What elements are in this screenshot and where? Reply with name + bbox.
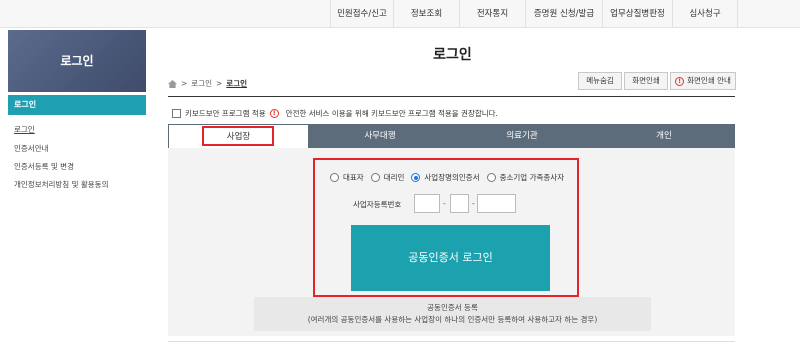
keyboard-security-notice: 키보드보안 프로그램 적용 ! 안전한 서비스 이용을 위해 키보드보안 프로그…: [172, 108, 498, 119]
home-icon[interactable]: [168, 79, 177, 88]
nav-item-notice[interactable]: 전자통지: [459, 0, 525, 28]
tab-agency[interactable]: 사무대행: [309, 124, 451, 148]
tab-highlight-box: [202, 126, 274, 146]
nav-item-certificate[interactable]: 증명원 신청/발급: [525, 0, 602, 28]
page-title: 로그인: [433, 47, 472, 63]
login-highlight-box: [313, 158, 579, 297]
tab-medical[interactable]: 의료기관: [451, 124, 593, 148]
keyboard-security-checkbox[interactable]: [172, 109, 181, 118]
alert-icon: !: [269, 109, 279, 118]
breadcrumb-separator: >: [216, 79, 223, 88]
alert-icon: !: [675, 76, 685, 86]
cert-register-title: 공동인증서 등록: [427, 303, 478, 312]
sidebar-item-cert-guide[interactable]: 인증서안내: [14, 143, 49, 154]
nav-item-disease[interactable]: 업무상질병판정: [602, 0, 672, 28]
nav-item-inquiry[interactable]: 정보조회: [393, 0, 459, 28]
sidebar-item-login[interactable]: 로그인: [14, 124, 35, 135]
top-navigation: 민원접수/신고 정보조회 전자통지 증명원 신청/발급 업무상질병판정 심사청구: [0, 0, 800, 28]
breadcrumb: > 로그인 > 로그인: [168, 78, 247, 89]
bottom-divider: [168, 341, 735, 342]
cert-register-box[interactable]: 공동인증서 등록 (여러개의 공동인증서를 사용하는 사업장이 하나의 인증서만…: [254, 297, 651, 331]
sidebar-banner: 로그인: [8, 30, 146, 92]
keyboard-security-warning: 안전한 서비스 이용을 위해 키보드보안 프로그램 적용을 권장합니다.: [285, 109, 498, 118]
tab-personal[interactable]: 개인: [593, 124, 735, 148]
print-guide-button[interactable]: ! 화면인쇄 안내: [670, 72, 736, 90]
nav-item-complaint[interactable]: 민원접수/신고: [330, 0, 393, 28]
title-divider: [168, 96, 735, 97]
print-guide-label: 화면인쇄 안내: [687, 76, 731, 85]
menu-hide-button[interactable]: 메뉴숨김: [578, 72, 622, 90]
print-button[interactable]: 화면인쇄: [624, 72, 668, 90]
nav-item-review[interactable]: 심사청구: [672, 0, 738, 28]
keyboard-security-label: 키보드보안 프로그램 적용: [185, 109, 266, 118]
breadcrumb-item[interactable]: 로그인: [191, 78, 212, 89]
sidebar-item-cert-register[interactable]: 인증서등록 및 변경: [14, 161, 74, 172]
cert-register-desc: (여러개의 공동인증서를 사용하는 사업장이 하나의 인증서만 등록하여 사용하…: [307, 315, 598, 324]
breadcrumb-current[interactable]: 로그인: [226, 78, 247, 89]
breadcrumb-separator: >: [181, 79, 188, 88]
sidebar-item-privacy[interactable]: 개인정보처리방침 및 활용동의: [14, 179, 108, 190]
sidebar-section-title[interactable]: 로그인: [8, 95, 146, 115]
